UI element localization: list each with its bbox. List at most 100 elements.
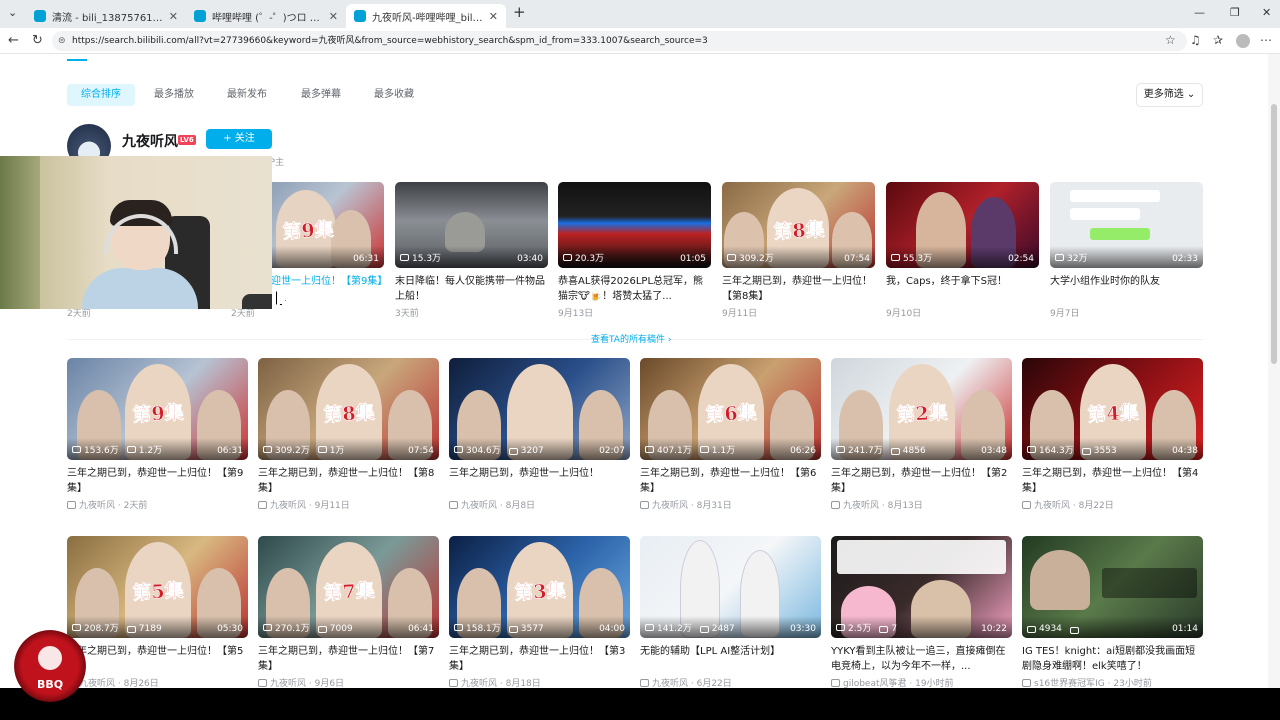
video-title[interactable]: 大学小组作业时你的队友 (1050, 274, 1203, 289)
more-menu-icon[interactable]: ⋯ (1260, 33, 1272, 47)
video-title[interactable]: IG TES！knight：ai短剧都没我画面短剧隐身难绷啊！elk笑嘻了！ (1022, 644, 1203, 674)
minimize-icon[interactable]: — (1194, 6, 1205, 19)
play-count-value: 309.2万 (739, 254, 774, 264)
url-field[interactable]: ⊜ https://search.bilibili.com/all?vt=277… (52, 31, 1187, 51)
close-icon[interactable]: ✕ (169, 10, 178, 23)
video-title[interactable]: 三年之期已到，恭迎世一上归位！【第4集】 (1022, 466, 1203, 496)
episode-caption: 第9集 (131, 401, 184, 427)
webcam-overlay (0, 156, 272, 309)
maximize-icon[interactable]: ❐ (1230, 6, 1240, 19)
video-duration: 04:38 (1172, 446, 1198, 456)
video-title[interactable]: 三年之期已到，恭迎世一上归位！【第6集】 (640, 466, 821, 496)
play-count: 158.1万 (454, 621, 501, 634)
danmaku-count-value: 7009 (329, 624, 353, 634)
video-stats: 20.3万 01:05 (558, 246, 711, 268)
video-thumbnail[interactable]: 55.3万 02:54 (886, 182, 1039, 268)
extension-icon[interactable]: ♫ (1190, 33, 1201, 47)
up-icon (640, 501, 649, 509)
video-author[interactable]: 九夜听风 (270, 679, 306, 688)
close-icon[interactable]: ✕ (489, 10, 498, 23)
play-icon (1027, 625, 1036, 633)
video-title[interactable]: 三年之期已到，恭迎世一上归位！【第3集】 (449, 644, 630, 674)
video-thumbnail[interactable]: 2.5万 7 10:22 (831, 536, 1012, 638)
video-thumbnail[interactable]: 20.3万 01:05 (558, 182, 711, 268)
danmaku-icon (508, 447, 518, 455)
follow-button[interactable]: + 关注 (206, 129, 272, 149)
more-filter-button[interactable]: 更多筛选 ⌄ (1136, 83, 1203, 107)
video-title[interactable]: 三年之期已到，恭迎世一上归位！【第8集】 (722, 274, 875, 304)
video-author[interactable]: 九夜听风 (652, 679, 688, 688)
video-author[interactable]: 九夜听风 (461, 501, 497, 511)
up-name[interactable]: 九夜听风 (122, 131, 178, 151)
play-count: 20.3万 (563, 251, 604, 264)
reload-icon[interactable]: ↻ (32, 33, 43, 48)
danmaku-count: 1万 (317, 443, 345, 456)
new-tab-button[interactable]: + (513, 3, 526, 21)
video-thumbnail[interactable]: 第8集 309.2万 1万 07:54 (258, 358, 439, 460)
view-all-videos-link[interactable]: 查看TA的所有稿件 › (591, 332, 671, 345)
video-title[interactable]: 三年之期已到，恭迎世一上归位！【第8集】 (258, 466, 439, 496)
sort-tab-most-played[interactable]: 最多播放 (140, 84, 208, 106)
danmaku-count-value: 7189 (138, 624, 162, 634)
video-title[interactable]: 三年之期已到，恭迎世一上归位！【第9集】 (67, 466, 248, 496)
sort-tab-most-danmaku[interactable]: 最多弹幕 (287, 84, 355, 106)
sort-tab-most-favorited[interactable]: 最多收藏 (360, 84, 428, 106)
video-thumbnail[interactable]: 第7集 270.1万 7009 06:41 (258, 536, 439, 638)
video-thumbnail[interactable]: 第5集 208.7万 7189 05:30 (67, 536, 248, 638)
video-title[interactable]: 三年之期已到，恭迎世一上归位！【第2集】 (831, 466, 1012, 496)
back-icon[interactable]: ← (8, 33, 19, 48)
video-title[interactable]: YYKY看到主队被让一追三，直接瘫倒在电竞椅上，以为今年不一样，... (831, 644, 1012, 674)
video-author[interactable]: s16世界赛冠军IG (1034, 679, 1105, 688)
play-icon (454, 446, 463, 453)
video-thumbnail[interactable]: 15.3万 03:40 (395, 182, 548, 268)
close-icon[interactable]: ✕ (329, 10, 338, 23)
video-thumbnail[interactable]: 141.2万 2487 03:30 (640, 536, 821, 638)
sort-tab-comprehensive[interactable]: 综合排序 (67, 84, 135, 106)
video-author[interactable]: 九夜听风 (652, 501, 688, 511)
video-thumbnail[interactable]: 第3集 158.1万 3577 04:00 (449, 536, 630, 638)
video-thumbnail[interactable]: 第4集 164.3万 3553 04:38 (1022, 358, 1203, 460)
video-author[interactable]: 九夜听风 (79, 501, 115, 511)
video-title[interactable]: 三年之期已到，恭迎世一上归位！【第7集】 (258, 644, 439, 674)
video-author[interactable]: 九夜听风 (843, 501, 879, 511)
video-thumbnail[interactable]: 4934 01:14 (1022, 536, 1203, 638)
video-thumbnail[interactable]: 第8集 309.2万 07:54 (722, 182, 875, 268)
video-duration: 02:07 (599, 446, 625, 456)
video-thumbnail[interactable]: 第2集 241.7万 4856 03:48 (831, 358, 1012, 460)
scrollbar-thumb[interactable] (1271, 104, 1277, 364)
play-count-value: 270.1万 (275, 624, 310, 634)
video-date: 8月26日 (123, 679, 159, 688)
play-icon (263, 446, 272, 453)
favorites-icon[interactable]: ✰ (1213, 33, 1223, 47)
video-meta: s16世界赛冠军IG · 23小时前 (1022, 676, 1152, 688)
video-author[interactable]: 九夜听风 (270, 501, 306, 511)
scrollbar[interactable] (1268, 54, 1280, 688)
browser-tab-3[interactable]: 九夜听风-哔哩哔哩_bilibili ✕ (346, 4, 506, 28)
video-author[interactable]: 九夜听风 (461, 679, 497, 688)
play-icon (263, 624, 272, 631)
video-title[interactable]: 恭喜AL获得2026LPL总冠军，熊猫宗🐮🍺！塔赞太猛了... (558, 274, 711, 304)
video-title[interactable]: 末日降临！每人仅能携带一件物品上船！ (395, 274, 548, 304)
sort-tab-newest[interactable]: 最新发布 (213, 84, 281, 106)
video-meta: 九夜听风 · 8月8日 (449, 498, 535, 511)
browser-tab-2[interactable]: 哔哩哔哩 (゜-゜)つロ 干杯~-bilibili ✕ (186, 4, 346, 28)
profile-avatar-icon[interactable] (1236, 34, 1250, 48)
video-title[interactable]: 三年之期已到，恭迎世一上归位！【第5集】 (67, 644, 248, 674)
video-thumbnail[interactable]: 第9集 153.6万 1.2万 06:31 (67, 358, 248, 460)
browser-tab-1[interactable]: 清流 - bili_1387576123 - 哔哩 ✕ (26, 4, 186, 28)
video-title[interactable]: 三年之期已到，恭迎世一上归位！ (449, 466, 630, 481)
tab-label: 哔哩哔哩 (゜-゜)つロ 干杯~-bilibili (212, 12, 323, 24)
bilibili-search-page: 综合排序 最多播放 最新发布 最多弹幕 最多收藏 更多筛选 ⌄ 九夜听风 LV6… (0, 54, 1268, 688)
video-author[interactable]: gilobeat风筝君 (843, 679, 907, 688)
favorite-star-icon[interactable]: ☆ (1165, 33, 1176, 47)
video-title[interactable]: 我，Caps，终于拿下S冠！ (886, 274, 1039, 289)
tab-list-icon[interactable]: ⌄ (8, 6, 17, 19)
video-author[interactable]: 九夜听风 (1034, 501, 1070, 511)
video-thumbnail[interactable]: 304.6万 3207 02:07 (449, 358, 630, 460)
video-thumbnail[interactable]: 32万 02:33 (1050, 182, 1203, 268)
video-thumbnail[interactable]: 第6集 407.1万 1.1万 06:26 (640, 358, 821, 460)
video-title[interactable]: 无能的辅助【LPL AI整活计划】 (640, 644, 821, 659)
video-meta: 九夜听风 · 6月22日 (640, 676, 732, 688)
window-close-icon[interactable]: ✕ (1262, 6, 1271, 19)
site-info-icon[interactable]: ⊜ (58, 31, 66, 51)
